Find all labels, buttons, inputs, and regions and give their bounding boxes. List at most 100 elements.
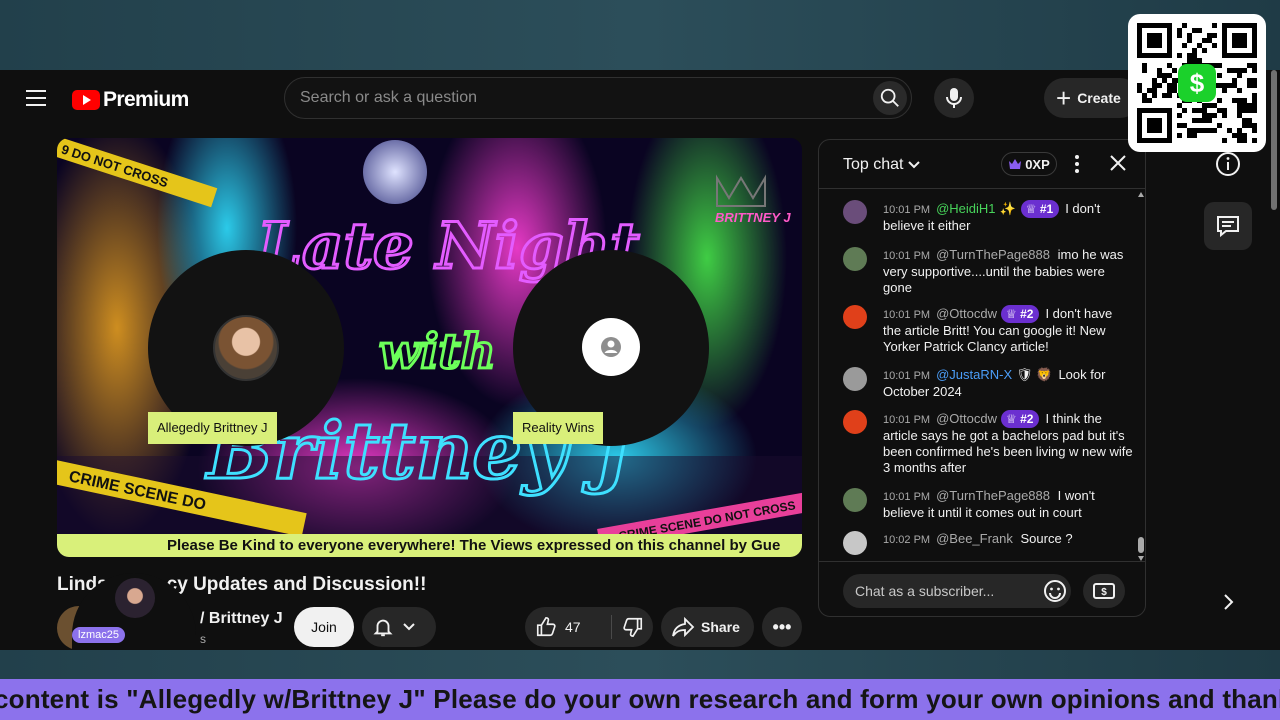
message-author[interactable]: @Ottocdw <box>936 411 997 426</box>
more-actions-button[interactable]: ••• <box>762 607 802 647</box>
xp-value: 0XP <box>1025 156 1050 172</box>
participant-avatar <box>213 315 279 381</box>
chat-message-list[interactable]: 10:01 PM @HeidiH1 ✨ ♕ #1 I don't believe it … <box>819 190 1137 562</box>
author-avatar <box>843 305 867 329</box>
author-badge: 🛡 🦁 <box>1016 367 1053 382</box>
channel-name[interactable]: / Brittney J <box>200 610 283 628</box>
chat-message: 10:01 PM @Ottocdw ♕ #2 I think the article … <box>843 410 1133 476</box>
message-time: 10:01 PM <box>883 309 931 321</box>
search-icon <box>880 88 899 107</box>
search-bar <box>284 77 912 119</box>
message-author[interactable]: @TurnThePage888 <box>936 488 1050 503</box>
chat-mode-label: Top chat <box>843 156 904 173</box>
chat-message: 10:01 PM @TurnThePage888 imo he was very … <box>843 247 1133 296</box>
message-time: 10:01 PM <box>883 204 931 216</box>
video-player[interactable]: 9 DO NOT CROSS CRIME SCENE DO CRIME SCEN… <box>57 138 802 557</box>
more-vert-icon[interactable] <box>1067 154 1087 174</box>
share-icon <box>672 616 695 638</box>
superchat-icon: $ <box>1093 583 1115 599</box>
chat-toggle-button[interactable] <box>1204 202 1252 250</box>
voice-search-button[interactable] <box>934 78 974 118</box>
chat-input[interactable] <box>843 574 1071 608</box>
hamburger-icon[interactable] <box>26 90 46 106</box>
participant-name-tag: Reality Wins <box>513 412 604 444</box>
qr-code: $ <box>1128 14 1266 152</box>
author-badge: ✨ <box>999 201 1016 216</box>
plus-icon: + <box>1056 83 1072 113</box>
author-avatar <box>843 200 867 224</box>
rank-badge: ♕ #1 <box>1020 200 1060 218</box>
thumb-up-icon <box>536 617 556 637</box>
message-time: 10:01 PM <box>883 491 931 503</box>
banner-text: Please Be Kind to everyone everywhere! T… <box>167 537 781 554</box>
author-avatar <box>843 488 867 512</box>
chat-message: 10:01 PM @Ottocdw ♕ #2 I don't have the art… <box>843 305 1133 355</box>
viewer-avatar <box>115 578 155 618</box>
message-author[interactable]: @TurnThePage888 <box>936 247 1050 262</box>
message-author[interactable]: @HeidiH1 <box>936 201 995 216</box>
chat-scrollbar[interactable] <box>1137 192 1145 562</box>
svg-text:$: $ <box>1101 587 1107 598</box>
message-time: 10:01 PM <box>883 250 931 262</box>
svg-text:$: $ <box>1190 68 1205 98</box>
create-label: Create <box>1077 90 1121 106</box>
message-author[interactable]: @Bee_Frank <box>936 531 1013 546</box>
bottom-ticker: content is "Allegedly w/Brittney J" Plea… <box>0 679 1280 720</box>
notifications-button[interactable] <box>362 607 436 647</box>
youtube-logo[interactable]: Premium <box>72 88 189 112</box>
bell-icon <box>373 619 393 637</box>
chat-message: 10:01 PM @JustaRN-X 🛡 🦁 Look for October 20… <box>843 367 1133 400</box>
thumb-down-icon <box>622 617 642 637</box>
join-button[interactable]: Join <box>294 607 354 647</box>
author-avatar <box>843 531 867 555</box>
chat-message: 10:01 PM @HeidiH1 ✨ ♕ #1 I don't believe it … <box>843 200 1133 234</box>
chevron-right-icon[interactable] <box>1216 590 1240 614</box>
scrolling-banner: Please Be Kind to everyone everywhere! T… <box>57 534 802 557</box>
youtube-logo-icon <box>72 90 100 110</box>
mic-icon <box>946 88 962 108</box>
brand-label: Premium <box>103 88 189 111</box>
art-title-2: with <box>379 324 496 380</box>
like-dislike-group: 47 <box>525 607 653 647</box>
default-avatar-icon <box>582 318 640 376</box>
message-time: 10:02 PM <box>883 534 931 546</box>
more-horiz-icon: ••• <box>772 616 792 637</box>
page-scrollbar[interactable] <box>1268 70 1280 650</box>
youtube-window: Premium + Create <box>0 70 1280 650</box>
stream-background-bottom <box>0 650 1280 680</box>
info-icon[interactable] <box>1214 150 1242 178</box>
message-time: 10:01 PM <box>883 370 931 382</box>
scroll-up-icon[interactable] <box>1138 192 1144 197</box>
page-scrollbar-thumb[interactable] <box>1271 70 1277 210</box>
chat-mode-selector[interactable]: Top chat <box>843 156 921 174</box>
search-button[interactable] <box>873 81 907 115</box>
viewer-username: lzmac25 <box>72 627 125 643</box>
message-author[interactable]: @Ottocdw <box>936 306 997 321</box>
superchat-button[interactable]: $ <box>1083 574 1125 608</box>
art-brand-tag: BRITTNEY J <box>715 210 791 225</box>
message-author[interactable]: @JustaRN-X <box>936 367 1012 382</box>
participant-name-tag: Allegedly Brittney J <box>148 412 277 444</box>
xp-badge[interactable]: 0XP <box>1001 152 1057 176</box>
scrollbar-thumb[interactable] <box>1138 537 1144 553</box>
stream-background-top <box>0 0 1280 70</box>
chat-message: 10:01 PM @TurnThePage888 I won't believe … <box>843 488 1133 521</box>
chevron-down-icon <box>908 161 921 169</box>
message-time: 10:01 PM <box>883 414 931 426</box>
share-button[interactable]: Share <box>661 607 754 647</box>
rank-badge: ♕ #2 <box>1000 410 1040 428</box>
search-input[interactable] <box>285 78 865 118</box>
share-label: Share <box>701 619 740 635</box>
close-icon[interactable] <box>1108 153 1128 173</box>
chat-header: Top chat 0XP <box>819 140 1145 189</box>
like-button[interactable]: 47 <box>525 607 611 647</box>
message-text: Source ? <box>1020 531 1073 546</box>
chevron-down-icon <box>403 623 415 631</box>
rank-badge: ♕ #2 <box>1000 305 1040 323</box>
emoji-icon[interactable] <box>1043 579 1067 603</box>
like-count: 47 <box>565 619 581 635</box>
chat-icon <box>1217 216 1239 238</box>
create-button[interactable]: + Create <box>1044 78 1140 118</box>
dislike-button[interactable] <box>612 607 653 647</box>
cash-app-icon: $ <box>1178 64 1216 102</box>
